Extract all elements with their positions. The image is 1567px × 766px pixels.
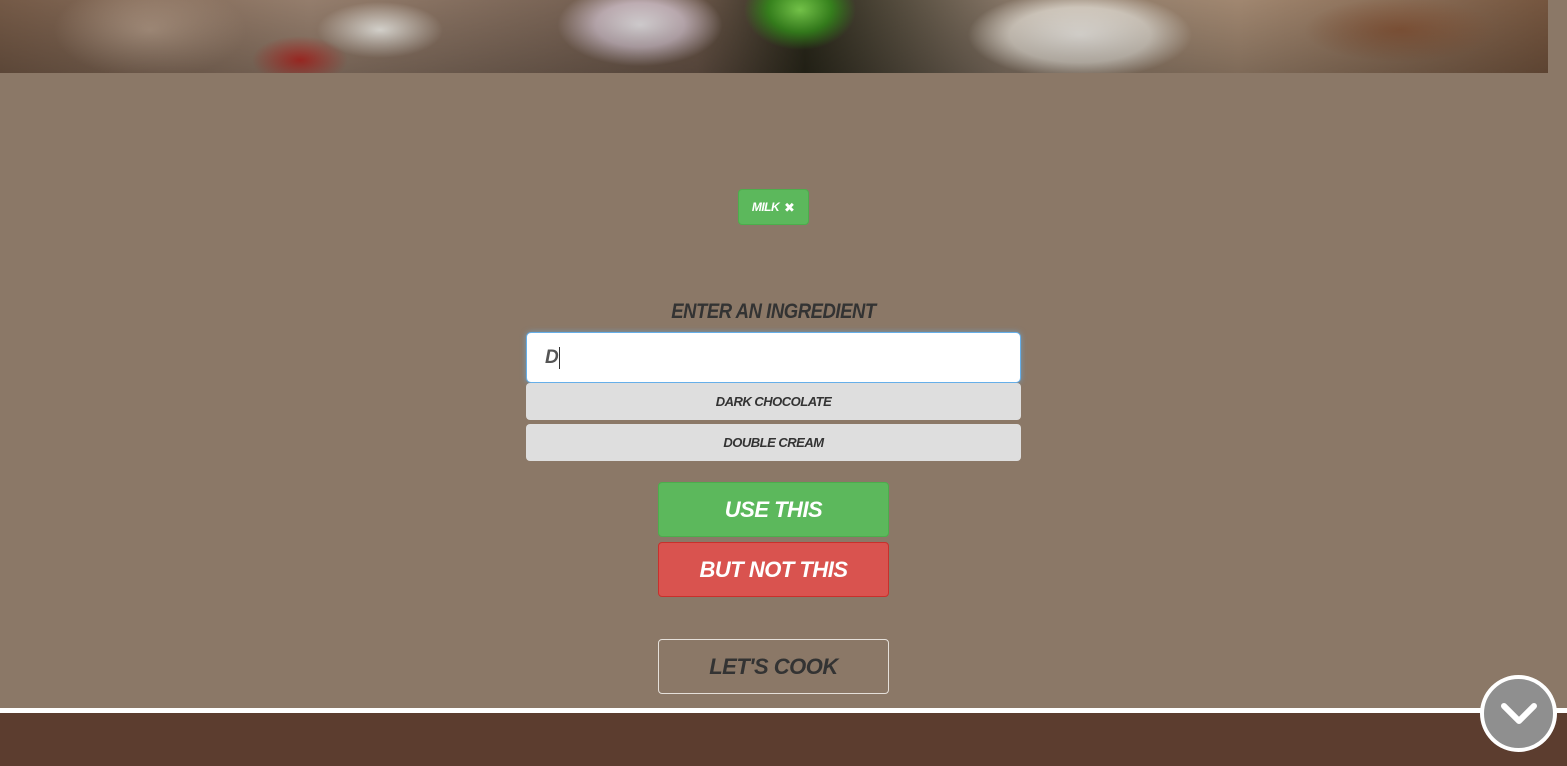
text-caret bbox=[559, 346, 561, 369]
page: MILK ✖ ENTER AN INGREDIENT D DARK CHOCOL… bbox=[0, 0, 1567, 766]
use-this-button[interactable]: USE THIS bbox=[658, 482, 889, 537]
footer bbox=[0, 713, 1567, 766]
ingredient-tag-milk[interactable]: MILK ✖ bbox=[738, 189, 809, 225]
scroll-down-button[interactable] bbox=[1480, 675, 1557, 752]
hero-image bbox=[0, 0, 1548, 73]
close-icon[interactable]: ✖ bbox=[783, 201, 795, 214]
ingredient-input-value: D bbox=[545, 346, 559, 368]
chevron-down-icon bbox=[1500, 702, 1537, 724]
ingredient-input[interactable]: D bbox=[526, 332, 1021, 383]
ingredient-input-label: ENTER AN INGREDIENT bbox=[671, 300, 876, 323]
lets-cook-button[interactable]: LET'S COOK bbox=[658, 639, 889, 694]
but-not-this-button[interactable]: BUT NOT THIS bbox=[658, 542, 889, 597]
suggestion-dark-chocolate[interactable]: DARK CHOCOLATE bbox=[526, 383, 1021, 420]
ingredient-tag-label: MILK bbox=[751, 200, 780, 214]
suggestion-double-cream[interactable]: DOUBLE CREAM bbox=[526, 424, 1021, 461]
